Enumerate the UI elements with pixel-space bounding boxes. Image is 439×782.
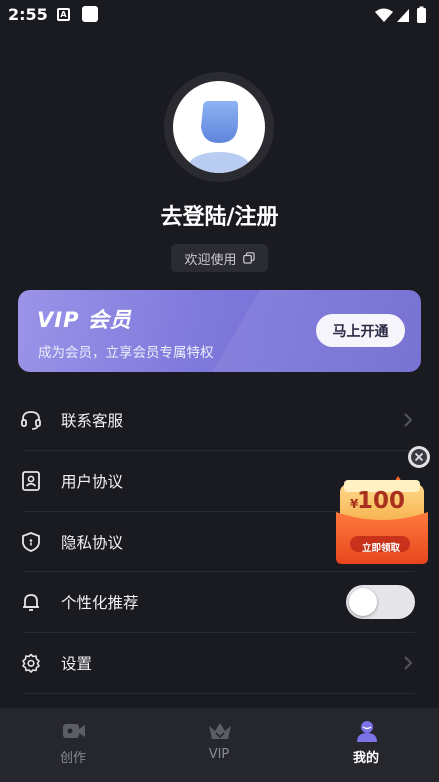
menu-item-settings[interactable]: 设置 bbox=[18, 633, 415, 693]
gear-icon bbox=[22, 653, 40, 673]
login-register-link[interactable]: 去登陆/注册 bbox=[0, 199, 439, 231]
chevron-right-icon bbox=[404, 656, 413, 670]
menu-label: 设置 bbox=[61, 655, 93, 673]
nav-label: 我的 bbox=[352, 751, 379, 766]
notification-square-icon bbox=[82, 6, 98, 22]
coupon-close-button[interactable] bbox=[408, 446, 430, 468]
nav-label: 创作 bbox=[59, 751, 86, 766]
battery-icon bbox=[417, 8, 426, 23]
menu-label: 个性化推荐 bbox=[61, 594, 139, 612]
menu-label: 隐私协议 bbox=[61, 534, 124, 552]
nav-tab-create[interactable]: 创作 bbox=[0, 708, 146, 782]
menu-item-customer-service[interactable]: 联系客服 bbox=[18, 390, 415, 450]
bell-icon bbox=[23, 594, 39, 611]
menu-label: 用户协议 bbox=[61, 473, 124, 491]
status-icons bbox=[375, 6, 426, 23]
welcome-text: 欢迎使用 bbox=[184, 252, 237, 268]
toggle-knob bbox=[349, 588, 377, 616]
vip-subtitle: 成为会员，立享会员专属特权 bbox=[38, 345, 214, 361]
welcome-chip[interactable]: 欢迎使用 bbox=[171, 244, 268, 272]
headset-icon bbox=[21, 411, 41, 430]
coupon-amount: 100 bbox=[357, 488, 406, 514]
vip-banner[interactable]: VIP 会员 成为会员，立享会员专属特权 马上开通 bbox=[18, 290, 421, 372]
person-icon bbox=[357, 721, 377, 742]
nav-label: VIP bbox=[208, 747, 230, 762]
nav-tab-mine[interactable]: 我的 bbox=[293, 708, 439, 782]
avatar[interactable] bbox=[173, 81, 265, 173]
menu-label: 联系客服 bbox=[61, 412, 124, 430]
close-icon bbox=[411, 449, 427, 465]
notification-app-icon: A bbox=[57, 8, 70, 21]
divider bbox=[24, 693, 415, 694]
status-time: 2:55 bbox=[8, 5, 48, 24]
copy-icon bbox=[242, 252, 255, 264]
coupon-claim-button[interactable]: 立即领取 bbox=[346, 540, 416, 554]
signal-icon bbox=[397, 9, 409, 22]
video-camera-icon bbox=[63, 724, 85, 738]
user-document-icon bbox=[22, 471, 40, 491]
wifi-icon bbox=[375, 8, 393, 22]
default-avatar-icon bbox=[189, 101, 249, 173]
chevron-right-icon bbox=[404, 413, 413, 427]
shield-icon bbox=[22, 532, 40, 552]
nav-tab-vip[interactable]: VIP bbox=[146, 708, 292, 782]
vip-logo: VIP 会员 bbox=[37, 308, 132, 332]
vip-activate-button[interactable]: 马上开通 bbox=[316, 314, 405, 347]
bottom-nav: 创作 VIP 我的 bbox=[0, 708, 439, 782]
crown-icon bbox=[209, 723, 231, 739]
personalized-recommendation-toggle[interactable] bbox=[346, 585, 415, 619]
status-bar: 2:55 A bbox=[0, 0, 439, 30]
